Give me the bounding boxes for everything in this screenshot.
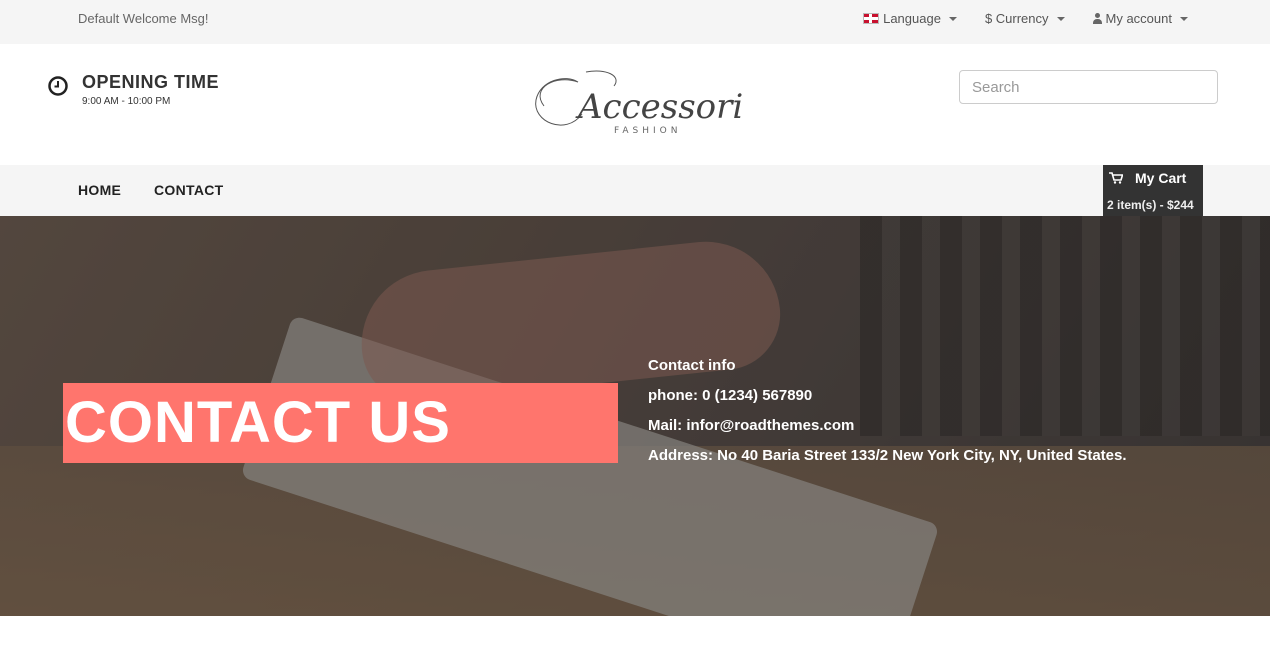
nav-item-home[interactable]: HOME xyxy=(78,182,121,198)
logo-main-text: Accessories xyxy=(575,87,742,127)
top-nav: Language $ Currency My account xyxy=(863,11,1188,26)
contact-info-heading: Contact info xyxy=(648,357,736,374)
cart-icon xyxy=(1109,172,1123,184)
caret-down-icon xyxy=(948,16,957,21)
logo-sub-text: FASHION xyxy=(614,126,681,136)
contact-mail: Mail: infor@roadthemes.com xyxy=(648,417,855,434)
contact-title-box: CONTACT US xyxy=(63,383,618,463)
language-dropdown[interactable]: Language xyxy=(863,11,957,26)
currency-dropdown[interactable]: $ Currency xyxy=(985,11,1065,26)
opening-time: OPENING TIME 9:00 AM - 10:00 PM xyxy=(48,72,219,107)
account-label: My account xyxy=(1105,11,1172,26)
account-dropdown[interactable]: My account xyxy=(1092,11,1188,26)
welcome-message: Default Welcome Msg! xyxy=(78,11,209,26)
nav-item-contact[interactable]: CONTACT xyxy=(154,182,224,198)
contact-info: Contact info phone: 0 (1234) 567890 Mail… xyxy=(648,357,1127,477)
clock-icon xyxy=(48,76,68,96)
caret-down-icon xyxy=(1056,16,1065,21)
cart-label: My Cart xyxy=(1135,170,1187,186)
currency-label: $ Currency xyxy=(984,11,1049,26)
opening-title: OPENING TIME xyxy=(82,72,220,92)
search-input[interactable] xyxy=(959,70,1218,104)
contact-hero-banner: CONTACT US Contact info phone: 0 (1234) … xyxy=(0,216,1270,616)
contact-address: Address: No 40 Baria Street 133/2 New Yo… xyxy=(648,447,1127,464)
top-bar: Default Welcome Msg! Language $ Currency… xyxy=(0,0,1270,44)
caret-down-icon xyxy=(1180,16,1188,21)
cart-summary: 2 item(s) - $244 xyxy=(1107,198,1194,212)
uk-flag-icon xyxy=(863,13,880,24)
cart-button[interactable]: My Cart 2 item(s) - $244 xyxy=(1103,165,1203,216)
user-icon xyxy=(1092,13,1102,24)
opening-hours: 9:00 AM - 10:00 PM xyxy=(82,96,171,107)
page-title: CONTACT US xyxy=(65,390,451,455)
main-nav: HOME CONTACT xyxy=(0,165,1270,216)
contact-phone: phone: 0 (1234) 567890 xyxy=(648,387,813,404)
accessories-fashion-logo[interactable]: Accessories FASHION xyxy=(526,66,742,142)
language-label: Language xyxy=(883,11,941,26)
